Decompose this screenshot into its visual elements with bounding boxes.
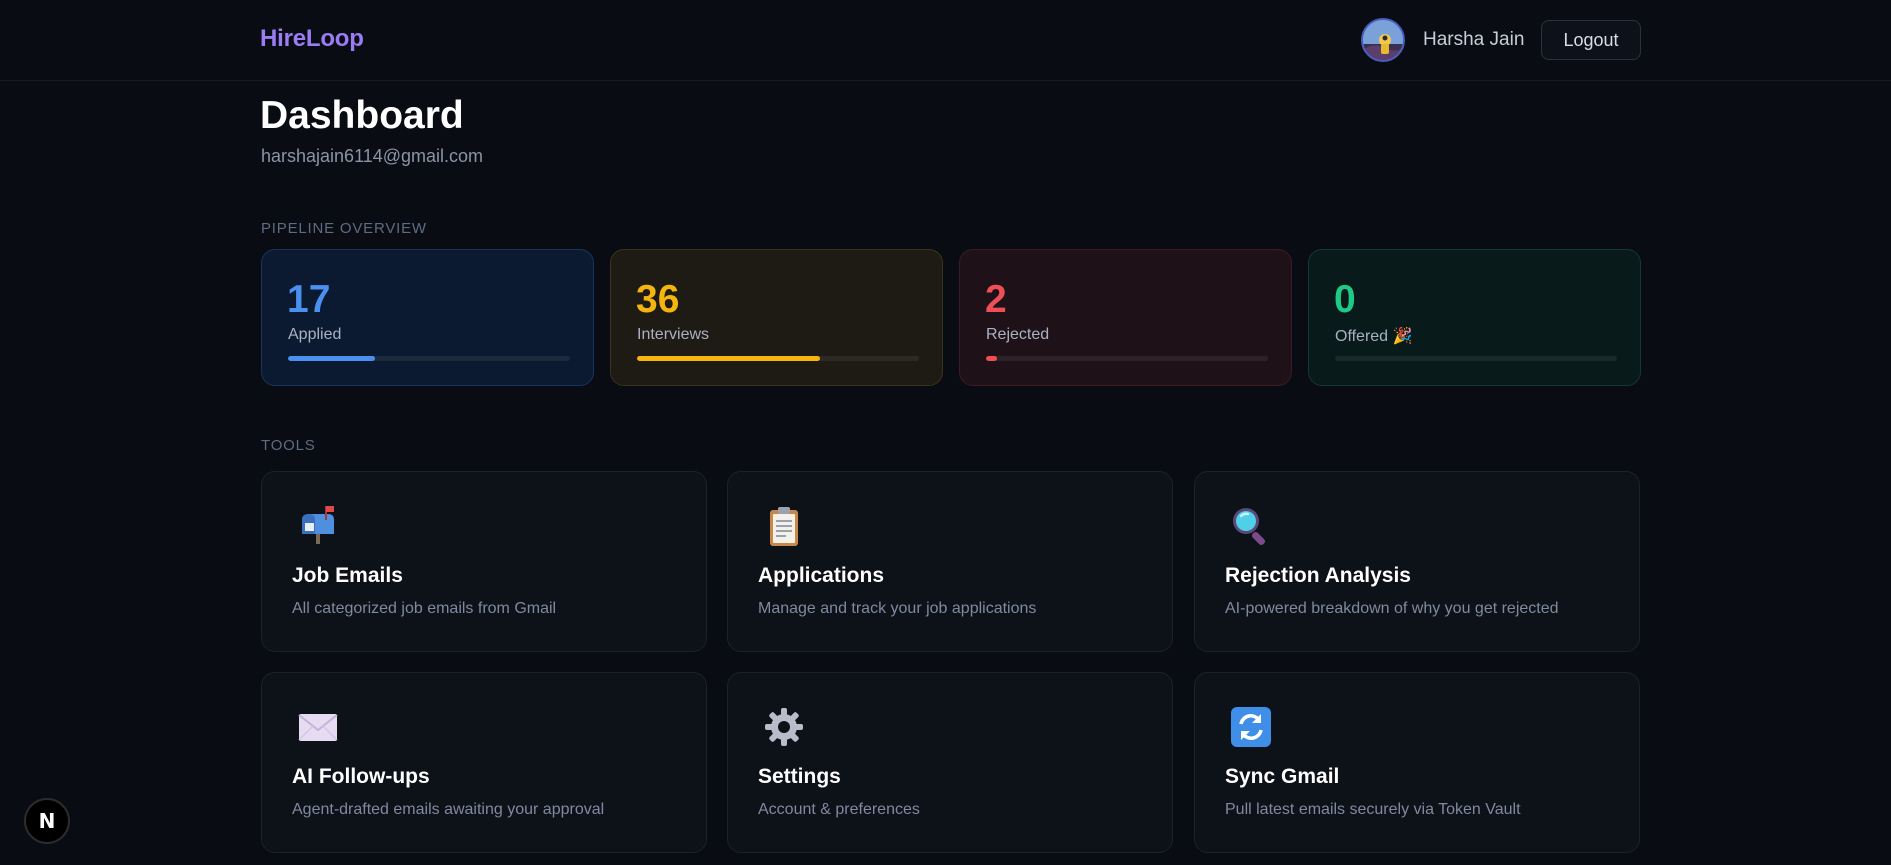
- tool-title: Rejection Analysis: [1225, 564, 1411, 587]
- progress-fill: [637, 356, 821, 361]
- stat-value: 17: [287, 278, 331, 321]
- stat-value: 0: [1334, 278, 1356, 321]
- top-navbar: HireLoop Harsha Jain Logout: [0, 0, 1891, 81]
- tool-card-settings[interactable]: Settings Account & preferences: [727, 672, 1173, 853]
- tool-card-applications[interactable]: Applications Manage and track your job a…: [727, 471, 1173, 652]
- user-avatar-icon[interactable]: [1361, 18, 1405, 62]
- mailbox-icon: [296, 504, 340, 548]
- sync-icon: [1229, 705, 1273, 749]
- tool-description: Agent-drafted emails awaiting your appro…: [292, 801, 605, 818]
- gear-icon: [762, 705, 806, 749]
- logout-button[interactable]: Logout: [1541, 20, 1641, 60]
- tool-card-sync-gmail[interactable]: Sync Gmail Pull latest emails securely v…: [1194, 672, 1640, 853]
- tool-description: AI-powered breakdown of why you get reje…: [1225, 600, 1559, 617]
- progress-fill: [986, 356, 998, 361]
- tool-description: Pull latest emails securely via Token Va…: [1225, 801, 1521, 818]
- progress-track: [986, 356, 1268, 361]
- stat-label: Rejected: [986, 326, 1050, 343]
- tools-section-label: TOOLS: [261, 437, 316, 454]
- tool-card-rejection-analysis[interactable]: Rejection Analysis AI-powered breakdown …: [1194, 471, 1640, 652]
- pipeline-section-label: PIPELINE OVERVIEW: [261, 220, 427, 237]
- stat-card-interviews[interactable]: 36 Interviews: [610, 249, 943, 386]
- tool-description: All categorized job emails from Gmail: [292, 600, 557, 617]
- tool-title: Sync Gmail: [1225, 765, 1340, 788]
- user-name: Harsha Jain: [1423, 29, 1525, 50]
- tool-title: Applications: [758, 564, 885, 587]
- tool-title: AI Follow-ups: [292, 765, 430, 788]
- stat-value: 2: [985, 278, 1007, 321]
- progress-track: [288, 356, 570, 361]
- progress-track: [637, 356, 919, 361]
- stat-label: Interviews: [637, 326, 710, 343]
- user-email: harshajain6114@gmail.com: [261, 146, 484, 166]
- progress-track: [1335, 356, 1617, 361]
- progress-fill: [288, 356, 376, 361]
- stat-label: Offered 🎉: [1335, 328, 1413, 345]
- magnifier-icon: [1229, 504, 1273, 548]
- stat-card-applied[interactable]: 17 Applied: [261, 249, 594, 386]
- clipboard-icon: [762, 504, 806, 548]
- page-title: Dashboard: [260, 94, 464, 137]
- stat-card-offered[interactable]: 0 Offered 🎉: [1308, 249, 1641, 386]
- tool-description: Manage and track your job applications: [758, 600, 1037, 617]
- tool-card-job-emails[interactable]: Job Emails All categorized job emails fr…: [261, 471, 707, 652]
- stat-label: Applied: [288, 326, 342, 343]
- tool-card-ai-follow-ups[interactable]: AI Follow-ups Agent-drafted emails await…: [261, 672, 707, 853]
- stat-value: 36: [636, 278, 680, 321]
- brand-logo[interactable]: HireLoop: [260, 25, 364, 53]
- tool-title: Job Emails: [292, 564, 403, 587]
- tool-description: Account & preferences: [758, 801, 920, 818]
- tool-title: Settings: [758, 765, 841, 788]
- dev-tools-badge[interactable]: N: [24, 798, 70, 844]
- stat-card-rejected[interactable]: 2 Rejected: [959, 249, 1292, 386]
- envelope-icon: [296, 705, 340, 749]
